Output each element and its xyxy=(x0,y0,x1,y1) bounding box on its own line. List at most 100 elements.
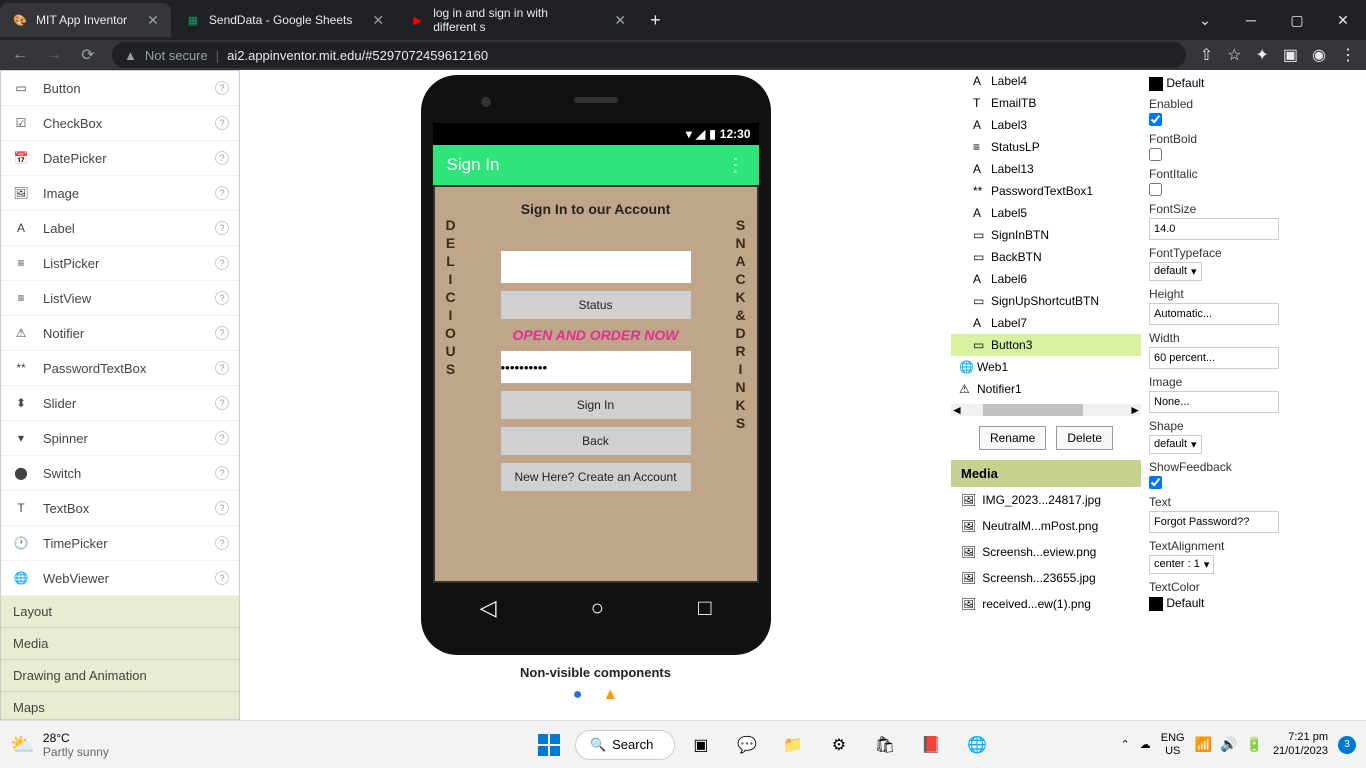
status-button[interactable]: Status xyxy=(501,291,691,319)
media-item[interactable]: 🖼received...ew(1).png xyxy=(951,591,1141,617)
palette-item[interactable]: ☑CheckBox? xyxy=(1,106,239,141)
help-icon[interactable]: ? xyxy=(215,326,229,340)
back-icon[interactable]: ← xyxy=(10,46,30,64)
shape-select[interactable]: default ▾ xyxy=(1149,435,1202,454)
app-content[interactable]: DELICIOUS SNACK&DRINKS Sign In to our Ac… xyxy=(433,185,759,583)
url-input[interactable]: ▲ Not secure | ai2.appinventor.mit.edu/#… xyxy=(112,42,1186,68)
media-item[interactable]: 🖼Screensh...23655.jpg xyxy=(951,565,1141,591)
web-icon[interactable]: ● xyxy=(573,686,583,704)
onedrive-icon[interactable]: ☁ xyxy=(1140,738,1151,751)
profile-icon[interactable]: ◉ xyxy=(1312,45,1326,65)
image-input[interactable] xyxy=(1149,391,1279,413)
lang-1[interactable]: ENG xyxy=(1161,732,1185,744)
chat-icon[interactable]: 💬 xyxy=(727,725,767,765)
tab-close-icon[interactable]: ✕ xyxy=(614,12,626,29)
help-icon[interactable]: ? xyxy=(215,116,229,130)
palette-group[interactable]: Maps xyxy=(1,692,239,720)
fontbold-checkbox[interactable] xyxy=(1149,148,1162,161)
palette-item[interactable]: 📅DatePicker? xyxy=(1,141,239,176)
component-tree-item[interactable]: 🌐Web1 xyxy=(951,356,1141,378)
height-input[interactable] xyxy=(1149,303,1279,325)
component-tree-item[interactable]: ALabel6 xyxy=(951,268,1141,290)
media-item[interactable]: 🖼Screensh...eview.png xyxy=(951,539,1141,565)
nav-recent-icon[interactable]: □ xyxy=(698,595,711,621)
start-button[interactable] xyxy=(529,725,569,765)
width-input[interactable] xyxy=(1149,347,1279,369)
help-icon[interactable]: ? xyxy=(215,466,229,480)
showfeedback-checkbox[interactable] xyxy=(1149,476,1162,489)
menu-icon[interactable]: ⋮ xyxy=(1340,45,1356,65)
component-tree-item[interactable]: ▭SignUpShortcutBTN xyxy=(951,290,1141,312)
help-icon[interactable]: ? xyxy=(215,396,229,410)
component-tree-item[interactable]: TEmailTB xyxy=(951,92,1141,114)
clock[interactable]: 7:21 pm 21/01/2023 xyxy=(1273,731,1328,757)
help-icon[interactable]: ? xyxy=(215,431,229,445)
horizontal-scrollbar[interactable]: ◄ ► xyxy=(951,404,1141,416)
new-tab-button[interactable]: + xyxy=(640,10,671,31)
component-tree-item[interactable]: ≡StatusLP xyxy=(951,136,1141,158)
palette-item[interactable]: ≡ListPicker? xyxy=(1,246,239,281)
store-icon[interactable]: 🛍 xyxy=(865,725,905,765)
fontsize-input[interactable] xyxy=(1149,218,1279,240)
enabled-checkbox[interactable] xyxy=(1149,113,1162,126)
palette-item[interactable]: ⬤Switch? xyxy=(1,456,239,491)
help-icon[interactable]: ? xyxy=(215,256,229,270)
textalignment-select[interactable]: center : 1 ▾ xyxy=(1149,555,1214,574)
office-icon[interactable]: 📕 xyxy=(911,725,951,765)
chevron-down-icon[interactable]: ⌄ xyxy=(1182,0,1228,40)
close-icon[interactable]: ✕ xyxy=(1320,0,1366,40)
fonttypeface-select[interactable]: default ▾ xyxy=(1149,262,1202,281)
nav-home-icon[interactable]: ○ xyxy=(591,595,604,621)
component-tree-item[interactable]: ▭SignInBTN xyxy=(951,224,1141,246)
palette-item[interactable]: TTextBox? xyxy=(1,491,239,526)
tab-close-icon[interactable]: ✕ xyxy=(372,12,384,29)
tab[interactable]: ▶ log in and sign in with different s ✕ xyxy=(398,3,638,37)
explorer-icon[interactable]: 📁 xyxy=(773,725,813,765)
settings-icon[interactable]: ⚙ xyxy=(819,725,859,765)
palette-item[interactable]: 🖼Image? xyxy=(1,176,239,211)
account-icon[interactable]: ▣ xyxy=(1283,45,1298,65)
rename-button[interactable]: Rename xyxy=(979,426,1046,450)
star-icon[interactable]: ☆ xyxy=(1227,45,1241,65)
palette-item[interactable]: **PasswordTextBox? xyxy=(1,351,239,386)
component-tree-item[interactable]: ALabel4 xyxy=(951,70,1141,92)
menu-dots-icon[interactable]: ⋮ xyxy=(727,155,745,176)
minimize-icon[interactable]: ─ xyxy=(1228,0,1274,40)
email-field[interactable] xyxy=(501,251,691,283)
chevron-up-icon[interactable]: ⌃ xyxy=(1121,738,1130,751)
battery-icon[interactable]: 🔋 xyxy=(1246,736,1263,753)
signin-button[interactable]: Sign In xyxy=(501,391,691,419)
signup-shortcut-button[interactable]: New Here? Create an Account xyxy=(501,463,691,491)
palette-item[interactable]: 🕐TimePicker? xyxy=(1,526,239,561)
help-icon[interactable]: ? xyxy=(215,186,229,200)
palette-item[interactable]: ≡ListView? xyxy=(1,281,239,316)
help-icon[interactable]: ? xyxy=(215,151,229,165)
tab-active[interactable]: 🎨 MIT App Inventor ✕ xyxy=(0,3,171,37)
text-input[interactable] xyxy=(1149,511,1279,533)
task-view-icon[interactable]: ▣ xyxy=(681,725,721,765)
password-field[interactable] xyxy=(501,351,691,383)
help-icon[interactable]: ? xyxy=(215,536,229,550)
taskbar-search[interactable]: 🔍Search xyxy=(575,730,675,760)
nav-back-icon[interactable]: ◁ xyxy=(480,595,497,621)
component-tree-item[interactable]: ⚠Notifier1 xyxy=(951,378,1141,400)
palette-item[interactable]: ▾Spinner? xyxy=(1,421,239,456)
tab[interactable]: ▦ SendData - Google Sheets ✕ xyxy=(173,3,396,37)
component-tree-item[interactable]: ALabel13 xyxy=(951,158,1141,180)
help-icon[interactable]: ? xyxy=(215,221,229,235)
component-tree-item[interactable]: ALabel3 xyxy=(951,114,1141,136)
palette-item[interactable]: ⬍Slider? xyxy=(1,386,239,421)
palette-item[interactable]: 🌐WebViewer? xyxy=(1,561,239,596)
weather-widget[interactable]: ⛅ 28°C Partly sunny xyxy=(10,731,109,759)
fontitalic-checkbox[interactable] xyxy=(1149,183,1162,196)
notifier-icon[interactable]: ▲ xyxy=(602,686,618,704)
palette-item[interactable]: ALabel? xyxy=(1,211,239,246)
component-tree-item[interactable]: ALabel7 xyxy=(951,312,1141,334)
scroll-left-icon[interactable]: ◄ xyxy=(951,403,963,417)
forward-icon[interactable]: → xyxy=(44,46,64,64)
scroll-right-icon[interactable]: ► xyxy=(1129,403,1141,417)
delete-button[interactable]: Delete xyxy=(1056,426,1113,450)
help-icon[interactable]: ? xyxy=(215,571,229,585)
media-item[interactable]: 🖼IMG_2023...24817.jpg xyxy=(951,487,1141,513)
palette-item[interactable]: ⚠Notifier? xyxy=(1,316,239,351)
